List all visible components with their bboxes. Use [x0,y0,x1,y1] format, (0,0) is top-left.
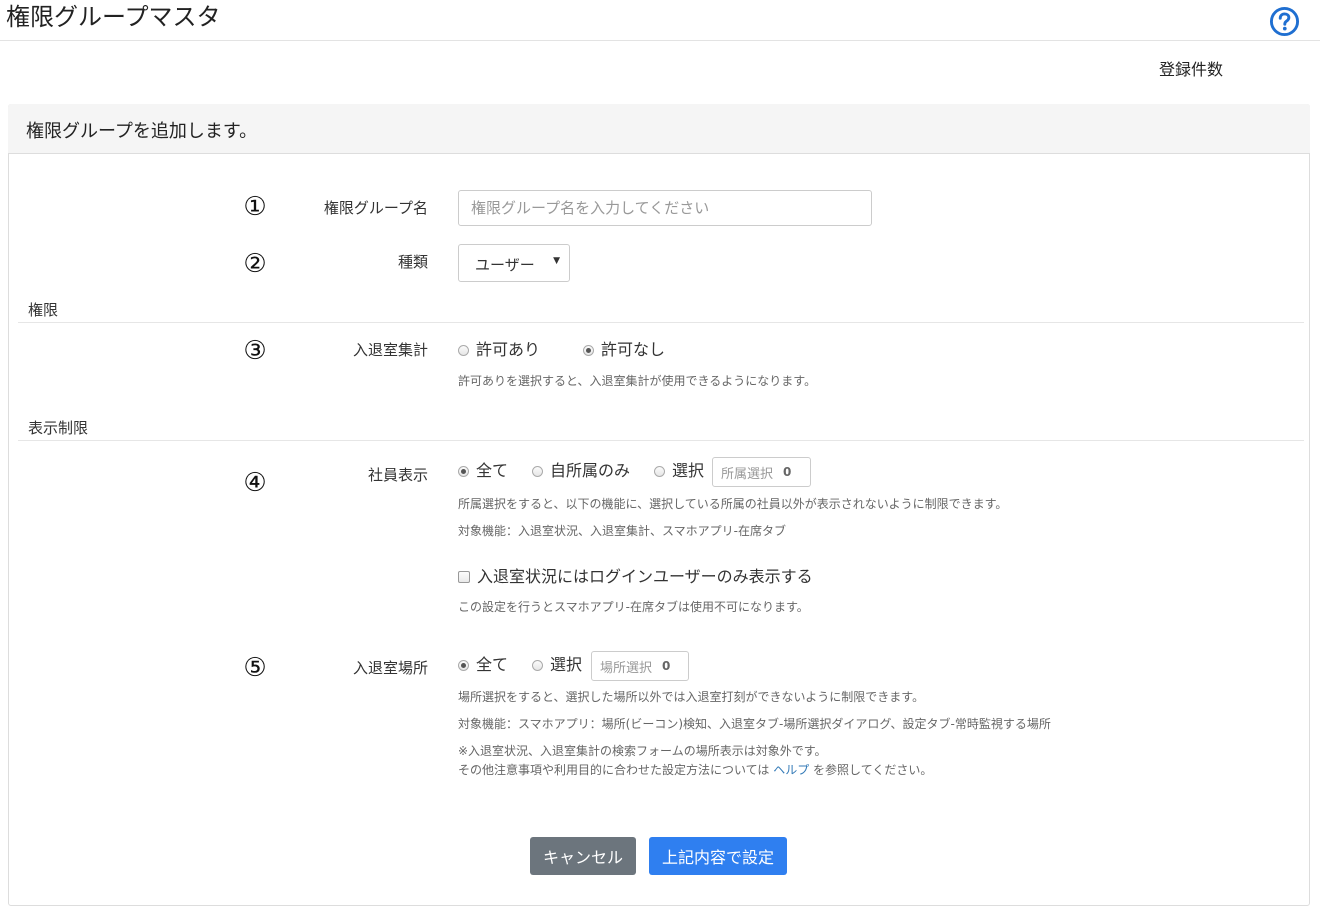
checkbox-label: 入退室状況にはログインユーザーのみ表示する [477,567,813,586]
section-permissions: 権限 [28,301,59,319]
submit-button[interactable]: 上記内容で設定 [649,837,787,875]
type-select-value: ユーザー [475,256,535,274]
section-display-limits: 表示制限 [28,419,89,437]
attendance-aggregate-label: 入退室集計 [352,341,428,359]
employee-display-label: 社員表示 [367,466,428,484]
employee-display-help-2: 対象機能：入退室状況、入退室集計、スマホアプリ-在席タブ [458,524,786,538]
attendance-aggregate-help: 許可ありを選択すると、入退室集計が使用できるようになります。 [458,374,817,388]
title-divider [0,40,1320,41]
type-label: 種類 [397,253,428,271]
section-divider [18,322,1304,323]
radio-button[interactable] [532,465,543,477]
radio-label: 選択 [550,655,583,674]
checkbox[interactable] [458,571,470,583]
location-select-button[interactable]: 場所選択 0 [591,651,689,681]
help-link[interactable]: ヘルプ [773,763,809,777]
employee-display-help-1: 所属選択をすると、以下の機能に、選択している所属の社員以外が表示されないように制… [458,497,1008,511]
group-name-input[interactable] [458,190,872,226]
help-text: を参照してください。 [809,763,933,777]
radio-button[interactable] [654,465,665,477]
radio-label: 許可あり [476,340,541,359]
radio-employee-own-dept[interactable]: 自所属のみ [532,461,630,481]
radio-employee-all[interactable]: 全て [458,461,508,481]
room-location-help-3: ※入退室状況、入退室集計の検索フォームの場所表示は対象外です。 [458,744,827,758]
room-location-help-1: 場所選択をすると、選択した場所以外では入退室打刻ができないように制限できます。 [458,690,925,704]
room-location-help-2: 対象機能：スマホアプリ：場所(ビーコン)検知、入退室タブ-場所選択ダイアログ、設… [458,717,1051,731]
radio-location-all[interactable]: 全て [458,655,508,675]
radio-label: 選択 [672,461,705,480]
type-select[interactable]: ユーザー ▼ [458,244,570,282]
panel-heading: 権限グループを追加します。 [26,121,258,142]
location-select-label: 場所選択 [600,660,653,676]
radio-button[interactable] [458,344,469,356]
radio-label: 自所属のみ [550,461,631,480]
cancel-button[interactable]: キャンセル [530,837,636,875]
radio-button[interactable] [458,659,469,671]
radio-button[interactable] [532,659,543,671]
radio-label: 許可なし [601,340,666,359]
radio-employee-select[interactable]: 選択 [654,461,704,481]
room-location-label: 入退室場所 [352,659,428,677]
radio-label: 全て [476,461,509,480]
login-user-only-help: この設定を行うとスマホアプリ-在席タブは使用不可になります。 [458,600,809,614]
help-text: その他注意事項や利用目的に合わせた設定方法については [458,763,774,777]
radio-button[interactable] [583,344,594,356]
group-name-label: 権限グループ名 [323,199,428,217]
location-select-count: 0 [662,659,671,673]
page-title: 権限グループマスタ [6,3,221,31]
question-circle-icon[interactable] [1269,6,1300,37]
room-location-help-4: その他注意事項や利用目的に合わせた設定方法については ヘルプ を参照してください… [458,762,932,778]
department-select-count: 0 [783,465,792,479]
radio-location-select[interactable]: 選択 [532,655,582,675]
radio-button[interactable] [458,465,469,477]
radio-aggregate-deny[interactable]: 許可なし [583,340,665,360]
department-select-label: 所属選択 [721,466,774,482]
caret-down-icon: ▼ [553,256,560,266]
radio-aggregate-allow[interactable]: 許可あり [458,340,540,360]
radio-label: 全て [476,655,509,674]
section-divider [18,440,1304,441]
record-count-label: 登録件数 [1159,60,1224,79]
department-select-button[interactable]: 所属選択 0 [712,457,811,487]
login-user-only-checkbox[interactable]: 入退室状況にはログインユーザーのみ表示する [458,567,813,587]
